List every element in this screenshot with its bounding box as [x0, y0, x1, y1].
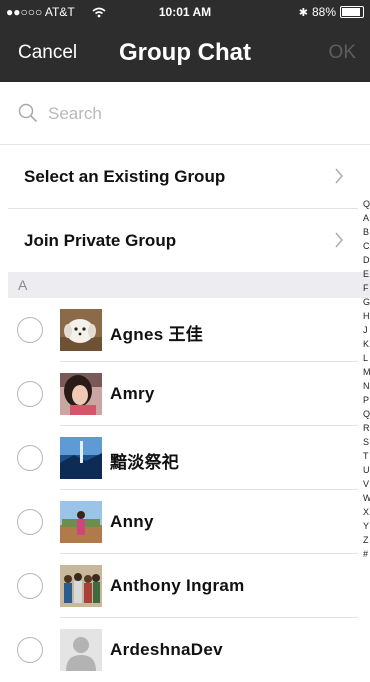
index-letter[interactable]: G	[363, 295, 370, 309]
contact-name: Amry	[110, 384, 155, 403]
contact-row[interactable]: Anny	[0, 490, 358, 554]
avatar	[60, 501, 102, 543]
contact-row[interactable]: Agnes 王佳	[0, 298, 358, 362]
avatar	[60, 565, 102, 607]
index-letter[interactable]: T	[363, 449, 370, 463]
select-existing-group-row[interactable]: Select an Existing Group	[0, 145, 358, 209]
alphabet-index[interactable]: Q A B C D E F G H J K L M N P Q R S T U V W X Y Z #	[363, 197, 370, 561]
index-letter[interactable]: #	[363, 547, 370, 561]
index-letter[interactable]: A	[363, 211, 370, 225]
contact-name: Anny	[110, 512, 154, 531]
select-radio[interactable]	[17, 317, 43, 343]
index-letter[interactable]: L	[363, 351, 370, 365]
bluetooth-icon: ✱	[298, 6, 308, 19]
battery-percent: 88%	[311, 5, 336, 19]
default-person-icon	[60, 629, 102, 671]
chevron-right-icon	[335, 232, 344, 248]
battery-icon	[340, 6, 364, 18]
avatar	[60, 437, 102, 479]
select-radio[interactable]	[17, 637, 43, 663]
ok-button[interactable]: OK	[329, 42, 356, 64]
index-letter[interactable]: N	[363, 379, 370, 393]
index-letter[interactable]: Q	[363, 197, 370, 211]
chevron-right-icon	[335, 168, 344, 184]
menu-label: Select an Existing Group	[24, 167, 226, 186]
section-letter: A	[18, 277, 28, 293]
index-letter[interactable]: X	[363, 505, 370, 519]
search-input[interactable]	[46, 100, 350, 128]
index-letter[interactable]: J	[363, 323, 370, 337]
select-radio[interactable]	[17, 509, 43, 535]
index-letter[interactable]: H	[363, 309, 370, 323]
join-private-group-row[interactable]: Join Private Group	[0, 209, 358, 273]
avatar	[60, 309, 102, 351]
index-letter[interactable]: K	[363, 337, 370, 351]
select-radio[interactable]	[17, 445, 43, 471]
contact-name: 黯淡祭祀	[110, 453, 180, 472]
contact-row[interactable]: ArdeshnaDev	[0, 618, 358, 682]
contact-name: ArdeshnaDev	[110, 640, 223, 659]
contact-row[interactable]: Anthony Ingram	[0, 554, 358, 618]
index-letter[interactable]: M	[363, 365, 370, 379]
search-icon	[18, 103, 38, 123]
status-bar: ●●○○○ AT&T 10:01 AM ✱ 88%	[0, 0, 370, 24]
avatar	[60, 373, 102, 415]
index-letter[interactable]: F	[363, 281, 370, 295]
index-letter[interactable]: V	[363, 477, 370, 491]
index-letter[interactable]: P	[363, 393, 370, 407]
page-title: Group Chat	[119, 39, 251, 66]
index-letter[interactable]: Z	[363, 533, 370, 547]
index-letter[interactable]: U	[363, 463, 370, 477]
contact-row[interactable]: 黯淡祭祀	[0, 426, 358, 490]
index-letter[interactable]: W	[363, 491, 370, 505]
select-radio[interactable]	[17, 381, 43, 407]
select-radio[interactable]	[17, 573, 43, 599]
index-letter[interactable]: E	[363, 267, 370, 281]
navigation-bar: Cancel Group Chat OK	[0, 24, 370, 82]
index-letter[interactable]: D	[363, 253, 370, 267]
index-letter[interactable]: Y	[363, 519, 370, 533]
contact-name: Agnes 王佳	[110, 325, 204, 344]
wifi-icon	[92, 7, 106, 18]
section-header-a: A	[8, 272, 370, 298]
index-letter[interactable]: R	[363, 421, 370, 435]
index-letter[interactable]: Q	[363, 407, 370, 421]
contact-name: Anthony Ingram	[110, 576, 245, 595]
menu-label: Join Private Group	[24, 231, 177, 250]
index-letter[interactable]: C	[363, 239, 370, 253]
index-letter[interactable]: B	[363, 225, 370, 239]
index-letter[interactable]: S	[363, 435, 370, 449]
contact-row[interactable]: Amry	[0, 362, 358, 426]
search-bar	[0, 82, 370, 145]
